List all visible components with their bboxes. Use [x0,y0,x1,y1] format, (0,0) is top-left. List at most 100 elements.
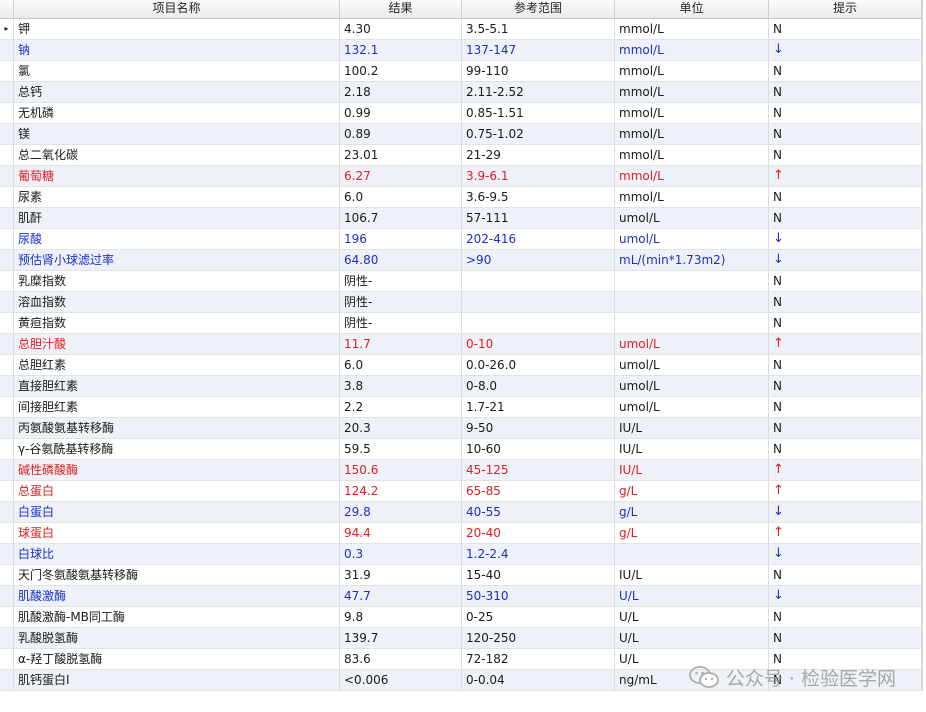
cell-reference[interactable]: 137-147 [462,40,615,60]
header-result[interactable]: 结果 [340,0,462,18]
cell-reference[interactable]: 72-182 [462,649,615,669]
cell-reference[interactable]: 0.75-1.02 [462,124,615,144]
cell-reference[interactable]: 45-125 [462,460,615,480]
table-row[interactable]: 天门冬氨酸氨基转移酶 31.9 15-40 IU/L N [0,565,922,586]
cell-reference[interactable]: 0.0-26.0 [462,355,615,375]
cell-reference[interactable]: 0-10 [462,334,615,354]
cell-name[interactable]: 总钙 [14,82,340,102]
cell-result[interactable]: 139.7 [340,628,462,648]
cell-hint[interactable]: N [769,271,922,291]
cell-name[interactable]: 肌酸激酶-MB同工酶 [14,607,340,627]
table-row[interactable]: 间接胆红素 2.2 1.7-21 umol/L N [0,397,922,418]
cell-name[interactable]: 无机磷 [14,103,340,123]
cell-hint[interactable]: ↓ [769,229,922,249]
cell-unit[interactable]: U/L [615,586,769,606]
cell-unit[interactable]: g/L [615,481,769,501]
cell-reference[interactable] [462,313,615,333]
cell-reference[interactable]: 0-0.04 [462,670,615,690]
table-row[interactable]: 白球比 0.3 1.2-2.4 ↓ [0,544,922,565]
cell-result[interactable]: 0.3 [340,544,462,564]
table-row[interactable]: 白蛋白 29.8 40-55 g/L ↓ [0,502,922,523]
cell-name[interactable]: 球蛋白 [14,523,340,543]
cell-unit[interactable]: umol/L [615,397,769,417]
cell-reference[interactable]: 10-60 [462,439,615,459]
cell-hint[interactable]: ↓ [769,544,922,564]
cell-unit[interactable]: mmol/L [615,187,769,207]
cell-hint[interactable]: ↑ [769,481,922,501]
cell-name[interactable]: 肌钙蛋白I [14,670,340,690]
row-indicator[interactable] [0,313,14,333]
cell-name[interactable]: 总蛋白 [14,481,340,501]
cell-unit[interactable]: IU/L [615,418,769,438]
row-indicator[interactable] [0,649,14,669]
cell-result[interactable]: 23.01 [340,145,462,165]
cell-hint[interactable]: ↑ [769,166,922,186]
cell-unit[interactable] [615,271,769,291]
cell-result[interactable]: 0.89 [340,124,462,144]
cell-name[interactable]: 乳酸脱氢酶 [14,628,340,648]
cell-unit[interactable]: umol/L [615,208,769,228]
cell-hint[interactable]: N [769,607,922,627]
cell-reference[interactable]: 99-110 [462,61,615,81]
cell-reference[interactable]: 3.6-9.5 [462,187,615,207]
row-indicator[interactable] [0,229,14,249]
cell-result[interactable]: 83.6 [340,649,462,669]
cell-name[interactable]: 总胆汁酸 [14,334,340,354]
cell-reference[interactable]: 50-310 [462,586,615,606]
cell-unit[interactable]: mmol/L [615,40,769,60]
cell-name[interactable]: 乳糜指数 [14,271,340,291]
cell-unit[interactable]: g/L [615,502,769,522]
cell-name[interactable]: 肌酸激酶 [14,586,340,606]
cell-reference[interactable]: 9-50 [462,418,615,438]
cell-result[interactable]: 100.2 [340,61,462,81]
table-row[interactable]: 球蛋白 94.4 20-40 g/L ↑ [0,523,922,544]
cell-unit[interactable] [615,313,769,333]
table-row[interactable]: 葡萄糖 6.27 3.9-6.1 mmol/L ↑ [0,166,922,187]
cell-reference[interactable]: 20-40 [462,523,615,543]
cell-name[interactable]: 碱性磷酸酶 [14,460,340,480]
cell-hint[interactable]: N [769,103,922,123]
cell-reference[interactable]: 1.2-2.4 [462,544,615,564]
row-indicator[interactable] [0,376,14,396]
cell-name[interactable]: 钾 [14,19,340,39]
cell-hint[interactable]: N [769,19,922,39]
cell-result[interactable]: <0.006 [340,670,462,690]
table-row[interactable]: 肌酐 106.7 57-111 umol/L N [0,208,922,229]
row-indicator[interactable] [0,565,14,585]
row-indicator[interactable] [0,61,14,81]
row-indicator[interactable]: ▸ [0,19,14,39]
cell-reference[interactable]: 15-40 [462,565,615,585]
table-row[interactable]: 肌酸激酶-MB同工酶 9.8 0-25 U/L N [0,607,922,628]
cell-unit[interactable] [615,292,769,312]
table-row[interactable]: 预估肾小球滤过率 64.80 >90 mL/(min*1.73m2) ↓ [0,250,922,271]
cell-result[interactable]: 阴性- [340,271,462,291]
cell-result[interactable]: 64.80 [340,250,462,270]
cell-hint[interactable]: N [769,313,922,333]
cell-reference[interactable]: 120-250 [462,628,615,648]
table-row[interactable]: γ-谷氨酰基转移酶 59.5 10-60 IU/L N [0,439,922,460]
row-indicator[interactable] [0,544,14,564]
cell-unit[interactable]: mmol/L [615,124,769,144]
cell-name[interactable]: 间接胆红素 [14,397,340,417]
cell-name[interactable]: 尿素 [14,187,340,207]
cell-reference[interactable]: 0-8.0 [462,376,615,396]
cell-result[interactable]: 6.0 [340,355,462,375]
cell-result[interactable]: 132.1 [340,40,462,60]
cell-reference[interactable]: 21-29 [462,145,615,165]
row-indicator[interactable] [0,103,14,123]
table-row[interactable]: 总胆汁酸 11.7 0-10 umol/L ↑ [0,334,922,355]
cell-reference[interactable]: 65-85 [462,481,615,501]
row-indicator[interactable] [0,250,14,270]
cell-unit[interactable]: IU/L [615,439,769,459]
cell-result[interactable]: 阴性- [340,313,462,333]
cell-reference[interactable]: 40-55 [462,502,615,522]
cell-reference[interactable] [462,292,615,312]
table-row[interactable]: 碱性磷酸酶 150.6 45-125 IU/L ↑ [0,460,922,481]
row-indicator[interactable] [0,586,14,606]
cell-hint[interactable]: N [769,61,922,81]
header-unit[interactable]: 单位 [615,0,769,18]
row-indicator[interactable] [0,166,14,186]
row-indicator[interactable] [0,481,14,501]
cell-reference[interactable]: 202-416 [462,229,615,249]
cell-hint[interactable]: ↑ [769,334,922,354]
